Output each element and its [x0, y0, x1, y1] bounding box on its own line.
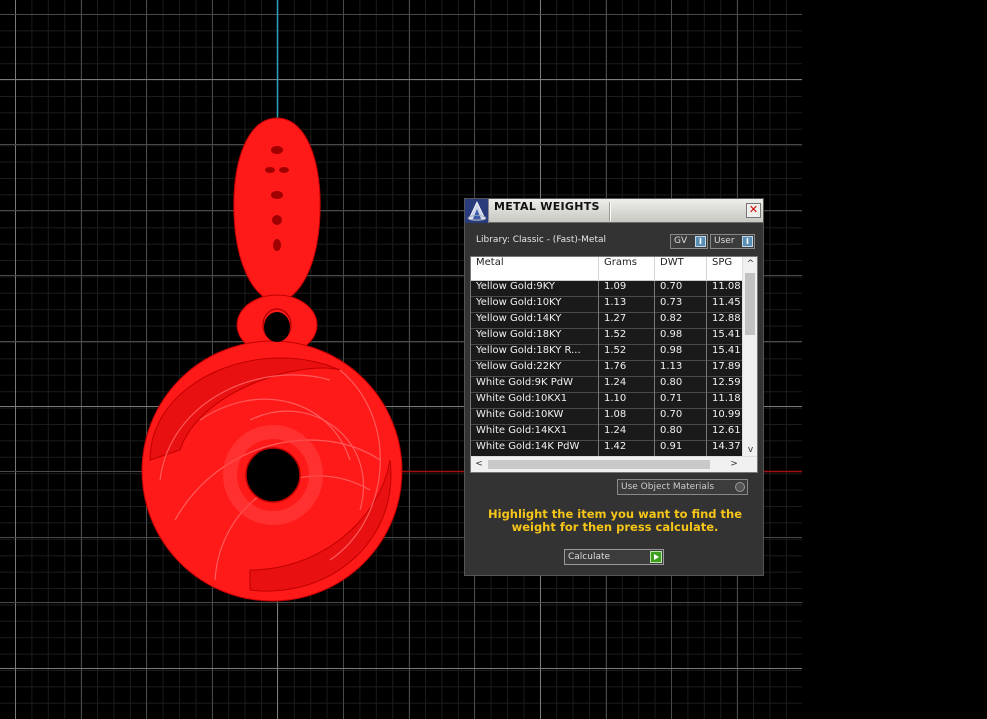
grams-cell: 1.76: [599, 361, 655, 377]
library-label: Library: Classic - (Fast)-Metal: [476, 235, 607, 245]
calculate-label: Calculate: [568, 552, 611, 562]
spg-cell: 11.08: [712, 281, 741, 292]
spg-cell: 11.45: [712, 297, 741, 308]
close-button[interactable]: ✕: [746, 203, 761, 218]
dropdown-arrow-icon: I: [742, 236, 753, 247]
grams-cell: 1.52: [599, 329, 655, 345]
scroll-down-icon[interactable]: v: [743, 443, 757, 457]
vertical-scroll-thumb[interactable]: [745, 273, 755, 335]
gv-dropdown-value: GV: [674, 236, 688, 246]
dwt-cell: 0.73: [655, 297, 707, 313]
dwt-cell: 0.98: [655, 345, 707, 361]
grams-cell: 1.08: [599, 409, 655, 425]
metal-cell: Yellow Gold:18KY R...: [471, 345, 599, 361]
metal-cell: Yellow Gold:18KY: [471, 329, 599, 345]
grams-cell: 1.10: [599, 393, 655, 409]
table-row[interactable]: Yellow Gold:22KY 1.76 1.13 17.89: [471, 361, 742, 377]
toggle-knob-icon: [735, 482, 745, 492]
table-row[interactable]: White Gold:10KX1 1.10 0.71 11.18: [471, 393, 742, 409]
grams-cell: 1.13: [599, 297, 655, 313]
dwt-cell: 0.91: [655, 441, 707, 457]
metal-cell: White Gold:10KW: [471, 409, 599, 425]
grams-cell: 1.24: [599, 377, 655, 393]
spg-cell: 15.41: [712, 345, 741, 356]
metal-cell: Yellow Gold:9KY: [471, 281, 599, 297]
user-dropdown[interactable]: User I: [710, 234, 755, 249]
spg-cell: 12.88: [712, 313, 741, 324]
vertical-scrollbar[interactable]: ^ v: [742, 257, 757, 457]
column-header-spg[interactable]: SPG: [707, 257, 742, 281]
metal-weights-dialog: METAL WEIGHTS ✕ Library: Classic - (Fast…: [464, 198, 764, 576]
metal-cell: White Gold:9K PdW: [471, 377, 599, 393]
grams-cell: 1.27: [599, 313, 655, 329]
dropdown-arrow-icon: I: [695, 236, 706, 247]
dwt-cell: 0.70: [655, 409, 707, 425]
dialog-title-bar[interactable]: METAL WEIGHTS ✕: [465, 199, 763, 223]
table-row[interactable]: Yellow Gold:14KY 1.27 0.82 12.88: [471, 313, 742, 329]
dwt-cell: 0.80: [655, 425, 707, 441]
use-object-materials-dropdown[interactable]: Use Object Materials: [617, 479, 748, 495]
dwt-cell: 0.70: [655, 281, 707, 297]
scroll-up-icon[interactable]: ^: [743, 257, 757, 271]
dwt-cell: 0.71: [655, 393, 707, 409]
table-row[interactable]: White Gold:10KW 1.08 0.70 10.99: [471, 409, 742, 425]
pendant-model[interactable]: [141, 117, 403, 602]
spg-cell: 10.99: [712, 409, 741, 420]
grams-cell: 1.24: [599, 425, 655, 441]
grams-cell: 1.09: [599, 281, 655, 297]
grams-cell: 1.42: [599, 441, 655, 457]
app-logo-icon: [465, 199, 489, 223]
table-row[interactable]: Yellow Gold:10KY 1.13 0.73 11.45: [471, 297, 742, 313]
table-row[interactable]: Yellow Gold:18KY R... 1.52 0.98 15.41: [471, 345, 742, 361]
dwt-cell: 0.98: [655, 329, 707, 345]
dialog-title: METAL WEIGHTS: [494, 200, 600, 213]
use-object-materials-label: Use Object Materials: [621, 482, 715, 492]
metal-cell: White Gold:14K PdW: [471, 441, 599, 457]
dwt-cell: 0.82: [655, 313, 707, 329]
column-header-metal[interactable]: Metal: [471, 257, 599, 281]
user-dropdown-value: User: [714, 236, 735, 246]
metal-cell: Yellow Gold:22KY: [471, 361, 599, 377]
metal-cell: Yellow Gold:14KY: [471, 313, 599, 329]
spg-cell: 15.41: [712, 329, 741, 340]
spg-cell: 12.61: [712, 425, 741, 436]
title-separator: [609, 202, 611, 221]
spg-cell: 17.89: [712, 361, 741, 372]
column-header-grams[interactable]: Grams: [599, 257, 655, 281]
instruction-text: Highlight the item you want to find the …: [488, 507, 742, 534]
pendant-center-hole: [245, 447, 301, 503]
spg-cell: 11.18: [712, 393, 741, 404]
spg-cell: 12.59: [712, 377, 741, 388]
horizontal-scroll-thumb[interactable]: [488, 460, 710, 469]
scroll-left-icon[interactable]: <: [471, 457, 487, 472]
metal-cell: White Gold:10KX1: [471, 393, 599, 409]
table-row[interactable]: White Gold:14KX1 1.24 0.80 12.61: [471, 425, 742, 441]
calculate-button[interactable]: Calculate: [564, 549, 664, 565]
scroll-right-icon[interactable]: >: [726, 457, 742, 472]
table-row[interactable]: White Gold:9K PdW 1.24 0.80 12.59: [471, 377, 742, 393]
gv-dropdown[interactable]: GV I: [670, 234, 708, 249]
play-arrow-icon: [650, 551, 662, 563]
dwt-cell: 1.13: [655, 361, 707, 377]
table-row[interactable]: Yellow Gold:9KY 1.09 0.70 11.08: [471, 281, 742, 297]
metal-table[interactable]: Metal Grams DWT SPG Yellow Gold:9KY 1.09 0…: [470, 256, 758, 473]
metal-cell: White Gold:14KX1: [471, 425, 599, 441]
horizontal-scrollbar[interactable]: < >: [471, 456, 757, 472]
right-panel-background: [802, 0, 987, 719]
spg-cell: 14.37: [712, 441, 741, 452]
table-body: Yellow Gold:9KY 1.09 0.70 11.08 Yellow Gold:…: [471, 281, 742, 457]
grams-cell: 1.52: [599, 345, 655, 361]
bail-hole: [264, 312, 290, 342]
dwt-cell: 0.80: [655, 377, 707, 393]
metal-cell: Yellow Gold:10KY: [471, 297, 599, 313]
table-header: Metal Grams DWT SPG: [471, 257, 742, 281]
column-header-dwt[interactable]: DWT: [655, 257, 707, 281]
table-row[interactable]: Yellow Gold:18KY 1.52 0.98 15.41: [471, 329, 742, 345]
table-row[interactable]: White Gold:14K PdW 1.42 0.91 14.37: [471, 441, 742, 457]
